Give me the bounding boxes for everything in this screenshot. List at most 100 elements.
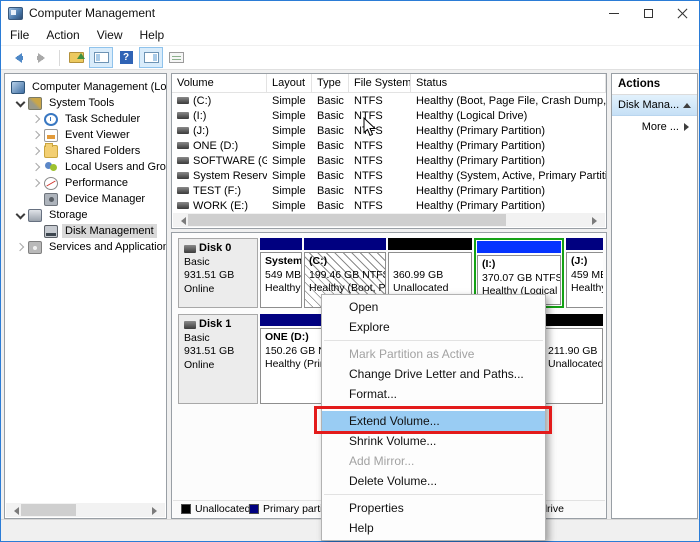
console-tree-panel: Computer Management (Local System Tools … [4,73,167,519]
forward-button[interactable] [30,47,54,68]
cell-status: Healthy (System, Active, Primary Partiti… [411,168,606,183]
menu-file[interactable]: File [10,28,38,42]
menu-item-delete-volume[interactable]: Delete Volume... [322,471,545,491]
tree-label: Storage [46,208,91,222]
show-console-tree-button[interactable] [89,47,113,68]
cell-volume: ONE (D:) [193,140,238,152]
partition-system-reserved[interactable]: System Reserved 549 MB Healthy (System, … [260,238,302,308]
menu-action[interactable]: Action [46,28,88,42]
collapsed-chevron-icon[interactable] [30,177,43,189]
menu-help[interactable]: Help [140,28,174,42]
menu-item-extend-volume[interactable]: Extend Volume... [322,411,545,431]
column-status[interactable]: Status [411,74,606,92]
volume-icon [177,142,189,149]
disk-1-label[interactable]: Disk 1 Basic 931.51 GB Online [178,314,258,404]
menu-item-shrink-volume[interactable]: Shrink Volume... [322,431,545,451]
minimize-icon [609,13,619,14]
tree-item-shared-folders[interactable]: Shared Folders [5,143,166,159]
tree-label: Disk Management [62,224,157,238]
collapsed-chevron-icon[interactable] [30,145,43,157]
help-button[interactable] [114,47,138,68]
scroll-track [188,213,590,227]
partition-j[interactable]: (J:) 459 MB Healthy (Primary Partition) [566,238,603,308]
tree-horizontal-scrollbar[interactable] [6,503,165,517]
properties-icon [169,52,184,63]
table-row[interactable]: TEST (F:) Simple Basic NTFS Healthy (Pri… [172,183,606,198]
collapsed-chevron-icon[interactable] [30,129,43,141]
partition-unallocated-disk1[interactable]: 211.90 GB Unallocated [543,314,603,404]
tree-item-disk-management[interactable]: Disk Management [5,223,166,239]
collapsed-chevron-icon[interactable] [30,113,43,125]
table-row[interactable]: System Reserved Simple Basic NTFS Health… [172,168,606,183]
menu-item-format[interactable]: Format... [322,384,545,404]
tree-item-computer-management[interactable]: Computer Management (Local [5,79,166,95]
volume-list-horizontal-scrollbar[interactable] [173,213,605,227]
cell-fs: NTFS [349,183,411,198]
scroll-left-icon[interactable] [173,213,188,227]
menu-item-explore[interactable]: Explore [322,317,545,337]
minimize-button[interactable] [597,1,631,25]
cell-type: Basic [312,138,349,153]
maximize-icon [644,9,653,18]
actions-disk-management-item[interactable]: Disk Mana... [612,95,697,116]
table-row[interactable]: SOFTWARE (G:) Simple Basic NTFS Healthy … [172,153,606,168]
actions-panel: Actions Disk Mana... More ... [611,73,698,519]
properties-button[interactable] [164,47,188,68]
scroll-thumb[interactable] [21,504,76,516]
column-volume[interactable]: Volume [172,74,267,92]
context-menu: Open Explore Mark Partition as Active Ch… [321,294,546,541]
table-row[interactable]: (J:) Simple Basic NTFS Healthy (Primary … [172,123,606,138]
partition-name [393,255,471,269]
cell-volume: (J:) [193,125,209,137]
menu-item-help[interactable]: Help [322,518,545,538]
table-row[interactable]: (C:) Simple Basic NTFS Healthy (Boot, Pa… [172,93,606,108]
tree-item-local-users-and-groups[interactable]: Local Users and Groups [5,159,166,175]
table-row[interactable]: WORK (E:) Simple Basic NTFS Healthy (Pri… [172,198,606,213]
tree-item-device-manager[interactable]: Device Manager [5,191,166,207]
show-action-pane-button[interactable] [139,47,163,68]
tree-item-event-viewer[interactable]: Event Viewer [5,127,166,143]
disk-0-label[interactable]: Disk 0 Basic 931.51 GB Online [178,238,258,308]
task-scheduler-icon [44,113,58,126]
unallocated-color-bar [543,314,603,326]
column-layout[interactable]: Layout [267,74,312,92]
menu-item-properties[interactable]: Properties [322,498,545,518]
volume-icon [177,187,189,194]
actions-more-item[interactable]: More ... [612,116,697,137]
column-file-system[interactable]: File System [349,74,411,92]
cell-type: Basic [312,198,349,213]
partition-name: (J:) [571,255,603,269]
close-button[interactable] [665,1,699,25]
collapse-up-icon[interactable] [683,99,691,108]
scroll-right-icon[interactable] [590,213,605,227]
performance-icon [44,177,58,190]
event-viewer-icon [44,129,58,142]
cell-fs: NTFS [349,198,411,213]
menu-view[interactable]: View [97,28,132,42]
tree-item-storage[interactable]: Storage [5,207,166,223]
table-row[interactable]: ONE (D:) Simple Basic NTFS Healthy (Prim… [172,138,606,153]
cell-fs: NTFS [349,153,411,168]
scroll-thumb[interactable] [188,214,506,226]
disk-type: Basic [184,256,253,270]
tree-item-task-scheduler[interactable]: Task Scheduler [5,111,166,127]
menu-item-open[interactable]: Open [322,297,545,317]
collapsed-chevron-icon[interactable] [30,161,43,173]
maximize-button[interactable] [631,1,665,25]
volume-icon [177,202,189,209]
scroll-left-icon[interactable] [6,503,21,517]
computer-icon [11,81,25,94]
expanded-chevron-icon[interactable] [14,209,27,221]
expanded-chevron-icon[interactable] [14,97,27,109]
tree-item-performance[interactable]: Performance [5,175,166,191]
collapsed-chevron-icon[interactable] [14,241,27,253]
back-button[interactable] [5,47,29,68]
tree-item-system-tools[interactable]: System Tools [5,95,166,111]
menu-item-change-drive-letter[interactable]: Change Drive Letter and Paths... [322,364,545,384]
tree-item-services-and-applications[interactable]: Services and Applications [5,239,166,255]
export-list-button[interactable] [64,47,88,68]
scroll-right-icon[interactable] [150,503,165,517]
table-row[interactable]: (I:) Simple Basic NTFS Healthy (Logical … [172,108,606,123]
column-type[interactable]: Type [312,74,349,92]
storage-icon [28,209,42,222]
